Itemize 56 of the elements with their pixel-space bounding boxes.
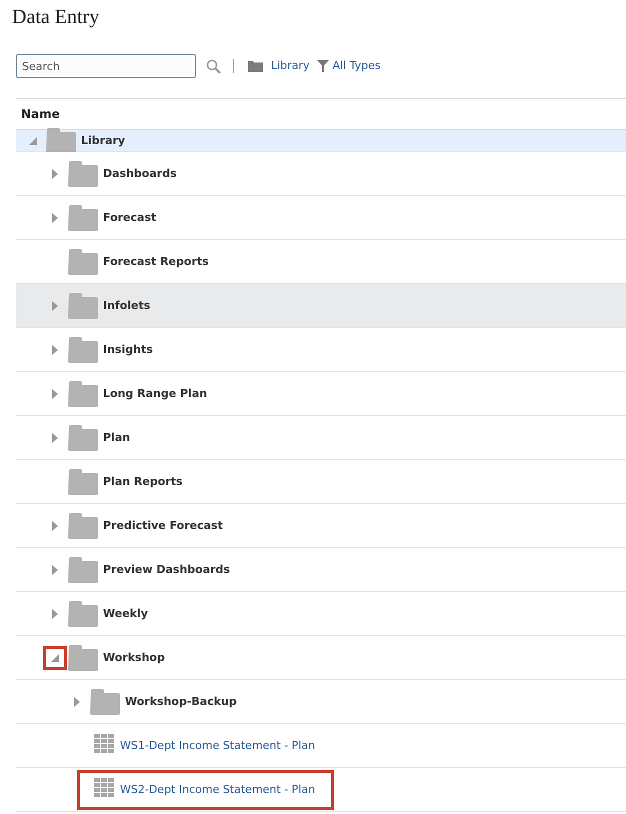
search-icon[interactable] (206, 58, 221, 74)
expand-arrow-icon[interactable] (52, 212, 58, 222)
column-header: Name (21, 107, 60, 121)
folder-icon (68, 424, 98, 450)
tree-row[interactable]: Dashboards (16, 152, 626, 196)
filter-link[interactable]: All Types (332, 58, 381, 72)
folder-icon (46, 128, 76, 154)
folder-icon (68, 644, 98, 670)
folder-name[interactable]: Dashboards (103, 167, 177, 180)
folder-icon (68, 248, 98, 274)
folder-name[interactable]: Workshop-Backup (125, 695, 237, 708)
collapse-arrow-icon[interactable] (51, 654, 59, 662)
expand-arrow-icon[interactable] (52, 388, 58, 398)
expand-arrow-icon[interactable] (52, 564, 58, 574)
location-link[interactable]: Library (271, 58, 310, 72)
tree-row[interactable]: Library (16, 130, 626, 152)
folder-name[interactable]: Long Range Plan (103, 387, 208, 400)
expand-arrow-icon[interactable] (52, 344, 58, 354)
folder-name[interactable]: Plan (103, 431, 130, 444)
folder-name[interactable]: Library (81, 134, 126, 147)
folder-icon (68, 556, 98, 582)
page-title: Data Entry (12, 6, 100, 30)
folder-icon (68, 468, 98, 494)
folder-icon (68, 336, 98, 362)
folder-name[interactable]: Workshop (103, 651, 165, 664)
folder-name[interactable]: Infolets (103, 299, 150, 312)
folder-name[interactable]: Preview Dashboards (103, 563, 230, 576)
search-field[interactable]: Search (16, 54, 196, 78)
form-link[interactable]: WS1-Dept Income Statement - Plan (120, 739, 316, 752)
folder-name[interactable]: Predictive Forecast (103, 519, 223, 532)
expand-arrow-icon[interactable] (52, 168, 58, 178)
folder-icon (68, 160, 98, 186)
folder-icon (68, 204, 98, 230)
expand-arrow-icon[interactable] (52, 520, 58, 530)
folder-icon (248, 60, 263, 72)
form-link[interactable]: WS2-Dept Income Statement - Plan (120, 783, 316, 796)
folder-icon (90, 688, 120, 714)
folder-name[interactable]: Plan Reports (103, 475, 183, 488)
folder-icon (68, 600, 98, 626)
folder-icon (68, 512, 98, 538)
expand-arrow-icon[interactable] (74, 696, 80, 706)
folder-name[interactable]: Forecast Reports (103, 255, 209, 268)
folder-icon (68, 292, 98, 318)
folder-name[interactable]: Weekly (103, 607, 148, 620)
filter-icon[interactable] (317, 60, 330, 72)
expand-arrow-icon[interactable] (52, 608, 58, 618)
folder-name[interactable]: Forecast (103, 211, 156, 224)
collapse-arrow-icon[interactable] (29, 136, 37, 144)
grid-icon (94, 778, 115, 798)
folder-name[interactable]: Insights (103, 343, 153, 356)
tree-row[interactable]: Infolets (16, 284, 626, 328)
tree-row[interactable]: WS2-Dept Income Statement - Plan (16, 768, 626, 812)
folder-icon (68, 380, 98, 406)
expand-arrow-icon[interactable] (52, 300, 58, 310)
grid-icon (94, 734, 115, 754)
expand-arrow-icon[interactable] (52, 432, 58, 442)
